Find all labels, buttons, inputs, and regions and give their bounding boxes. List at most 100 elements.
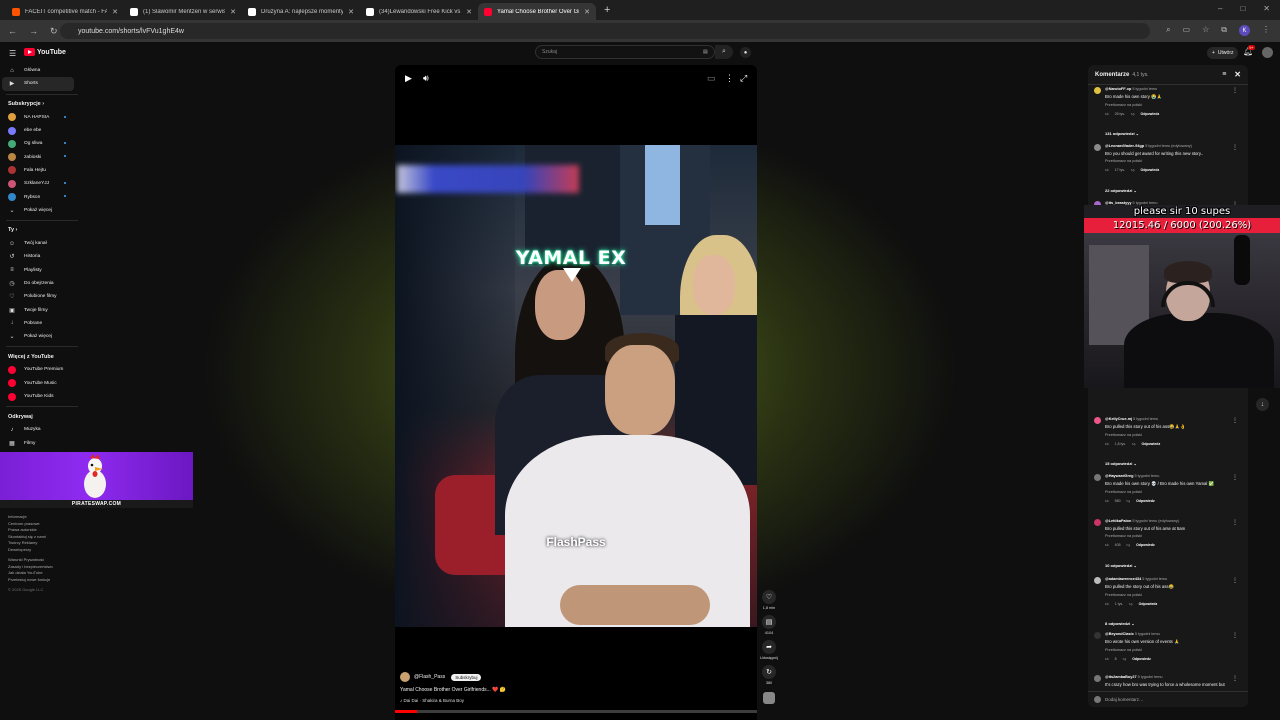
sidebar-item[interactable]: ↺ Historia (0, 250, 80, 263)
you-heading[interactable]: Ty › (0, 224, 80, 237)
tab-close-icon[interactable]: ✕ (230, 8, 236, 16)
sidebar-item[interactable]: ↓ Pobrane (0, 317, 80, 330)
search-button[interactable]: ⌕ (715, 45, 733, 59)
progress-bar[interactable] (395, 710, 757, 713)
comment-menu-icon[interactable]: ⋮ (1232, 577, 1238, 584)
subscribe-button[interactable]: Subskrybuj (451, 673, 482, 681)
replies-toggle[interactable]: 8 odpowiedzi ⌄ (1105, 621, 1135, 626)
comment-menu-icon[interactable]: ⋮ (1232, 632, 1238, 639)
sidebar-item[interactable]: ▣ Twoje filmy (0, 303, 80, 316)
commenter-avatar[interactable] (1094, 632, 1101, 639)
replies-toggle[interactable]: 22 odpowiedzi ⌄ (1105, 188, 1137, 193)
sidebar-subscription[interactable]: zabioski (0, 150, 80, 163)
translate-link[interactable]: Przetłumacz na polski (1105, 648, 1242, 652)
tab-close-icon[interactable]: ✕ (584, 8, 590, 16)
comment-author[interactable]: @BeyondClasic 5 tygodni temu (1105, 632, 1242, 636)
browser-tab[interactable]: Yamal Choose Brother Over Gir ✕ (478, 3, 596, 20)
zoom-icon[interactable]: ⌕ (1166, 25, 1170, 36)
thumb-down-icon[interactable]: 👎︎ (1132, 442, 1136, 446)
thumb-up-icon[interactable]: 👍︎ (1105, 602, 1109, 606)
play-icon[interactable]: ▶ (405, 73, 412, 84)
footer-link[interactable]: Przetestuj nowe funkcje (8, 577, 78, 584)
sidebar-item[interactable]: YouTube Premium (0, 363, 80, 376)
thumb-up-icon[interactable]: 👍︎ (1105, 543, 1109, 547)
browser-tab[interactable]: (34)Lewandowski Free Kick vs B ✕ (360, 3, 478, 20)
replies-toggle[interactable]: 131 odpowiedzi ⌄ (1105, 131, 1139, 136)
thumb-down-icon[interactable]: 👎︎ (1131, 168, 1135, 172)
comment-author[interactable]: @its2ambaBoy27 5 tygodni temu (1105, 675, 1242, 679)
commenter-avatar[interactable] (1094, 87, 1101, 94)
account-avatar[interactable] (1262, 47, 1273, 58)
fullscreen-icon[interactable]: ⤢ (740, 73, 747, 84)
scroll-down-icon[interactable]: ↓ (1256, 398, 1269, 411)
replies-toggle[interactable]: 10 odpowiedzi ⌄ (1105, 563, 1137, 568)
thumb-down-icon[interactable]: 👎︎ (1127, 543, 1131, 547)
translate-link[interactable]: Przetłumacz na polski (1105, 534, 1242, 538)
minimize-icon[interactable]: – (1218, 4, 1222, 13)
comment-author[interactable]: @LeonardVader-94gp 5 tygodni temu (edyto… (1105, 144, 1242, 148)
subscriptions-heading[interactable]: Subskrypcje › (0, 98, 80, 111)
translate-link[interactable]: Przetłumacz na polski (1105, 103, 1242, 107)
commenter-avatar[interactable] (1094, 417, 1101, 424)
sidebar-subscription[interactable]: Fala Hejtu (0, 164, 80, 177)
remix-button[interactable]: ↻ (762, 665, 776, 679)
sidebar-item[interactable]: ▦ Filmy (0, 437, 80, 450)
reply-button[interactable]: Odpowiedz (1132, 657, 1151, 661)
comment-username[interactable]: @BeyondClasic (1105, 632, 1134, 636)
comment-menu-icon[interactable]: ⋮ (1232, 519, 1238, 526)
like-button[interactable]: ♡ (762, 590, 776, 604)
comment-username[interactable]: @LettikaPalon (1105, 519, 1131, 523)
replies-toggle[interactable]: 15 odpowiedzi ⌄ (1105, 461, 1137, 466)
thumb-down-icon[interactable]: 👎︎ (1123, 657, 1127, 661)
shorts-player[interactable]: ▶ 🔊︎ ▭ ⋮ ⤢ YAMAL EX FlashPass @Flash_Pas… (395, 65, 757, 720)
youtube-logo[interactable]: YouTube (24, 48, 66, 56)
translate-link[interactable]: Przetłumacz na polski (1105, 159, 1242, 163)
sidebar-item[interactable]: YouTube Music (0, 377, 80, 390)
browser-tab[interactable]: Drużyna A: najlepsze momenty ✕ (242, 3, 360, 20)
tab-close-icon[interactable]: ✕ (348, 8, 354, 16)
search-input[interactable]: Szukaj (535, 45, 715, 59)
sidebar-subscription[interactable]: ebe ebe (0, 124, 80, 137)
thumb-up-icon[interactable]: 👍︎ (1105, 442, 1109, 446)
thumb-down-icon[interactable]: 👎︎ (1129, 602, 1133, 606)
song-link[interactable]: ♪ Dai Dai · Shakira & Burna Boy (400, 698, 740, 703)
sidebar-item[interactable]: ♪ Muzyka (0, 423, 80, 436)
reply-button[interactable]: Odpowiedz (1141, 112, 1160, 116)
comment-username[interactable]: @KellyCrue-mj (1105, 417, 1132, 421)
reply-button[interactable]: Odpowiedz (1141, 168, 1160, 172)
comment-username[interactable]: @NarutoFF-xp (1105, 87, 1131, 91)
forward-icon[interactable]: → (29, 26, 38, 36)
tab-close-icon[interactable]: ✕ (112, 8, 118, 16)
comment-username[interactable]: @adamlawrence434 (1105, 577, 1141, 581)
cast-icon[interactable]: ▭ (1183, 25, 1191, 36)
browser-tab[interactable]: FACEIT competitive match - FA ✕ (6, 3, 124, 20)
reply-button[interactable]: Odpowiedz (1136, 499, 1155, 503)
reload-icon[interactable]: ↻ (50, 26, 58, 37)
reply-button[interactable]: Odpowiedz (1139, 602, 1158, 606)
thumb-up-icon[interactable]: 👍︎ (1105, 112, 1109, 116)
browser-tab[interactable]: (1) Slawomir Mentzen w serwis ✕ (124, 3, 242, 20)
commenter-avatar[interactable] (1094, 144, 1101, 151)
commenter-avatar[interactable] (1094, 577, 1101, 584)
comment-author[interactable]: @LettikaPalon 5 tygodni temu (edytowany) (1105, 519, 1242, 523)
thumb-down-icon[interactable]: 👎︎ (1127, 499, 1131, 503)
share-button[interactable]: ➦ (762, 640, 776, 654)
address-bar[interactable]: youtube.com/shorts/lvFVu1ghE4w (60, 23, 1150, 39)
menu-hamburger-icon[interactable]: ☰ (9, 49, 16, 58)
sidebar-item[interactable]: ⌄ Pokaż więcej (0, 330, 80, 343)
reply-button[interactable]: Odpowiedz (1136, 543, 1155, 547)
sound-thumbnail[interactable] (763, 692, 775, 704)
sidebar-subscription[interactable]: Og sliwa (0, 137, 80, 150)
translate-link[interactable]: Przetłumacz na polski (1105, 433, 1242, 437)
commenter-avatar[interactable] (1094, 474, 1101, 481)
reply-button[interactable]: Odpowiedz (1142, 442, 1161, 446)
comment-author[interactable]: @adamlawrence434 5 tygodni temu (1105, 577, 1242, 581)
comment-author[interactable]: @KellyCrue-mj 5 tygodni temu (1105, 417, 1242, 421)
sidebar-item[interactable]: ≡ Playlisty (0, 264, 80, 277)
comment-username[interactable]: @its2ambaBoy27 (1105, 675, 1137, 679)
comment-menu-icon[interactable]: ⋮ (1232, 417, 1238, 424)
commenter-avatar[interactable] (1094, 675, 1101, 682)
tab-close-icon[interactable]: ✕ (466, 8, 472, 16)
sidebar-subscription[interactable]: SzklaneYJJ (0, 177, 80, 190)
comment-menu-icon[interactable]: ⋮ (1232, 675, 1238, 682)
